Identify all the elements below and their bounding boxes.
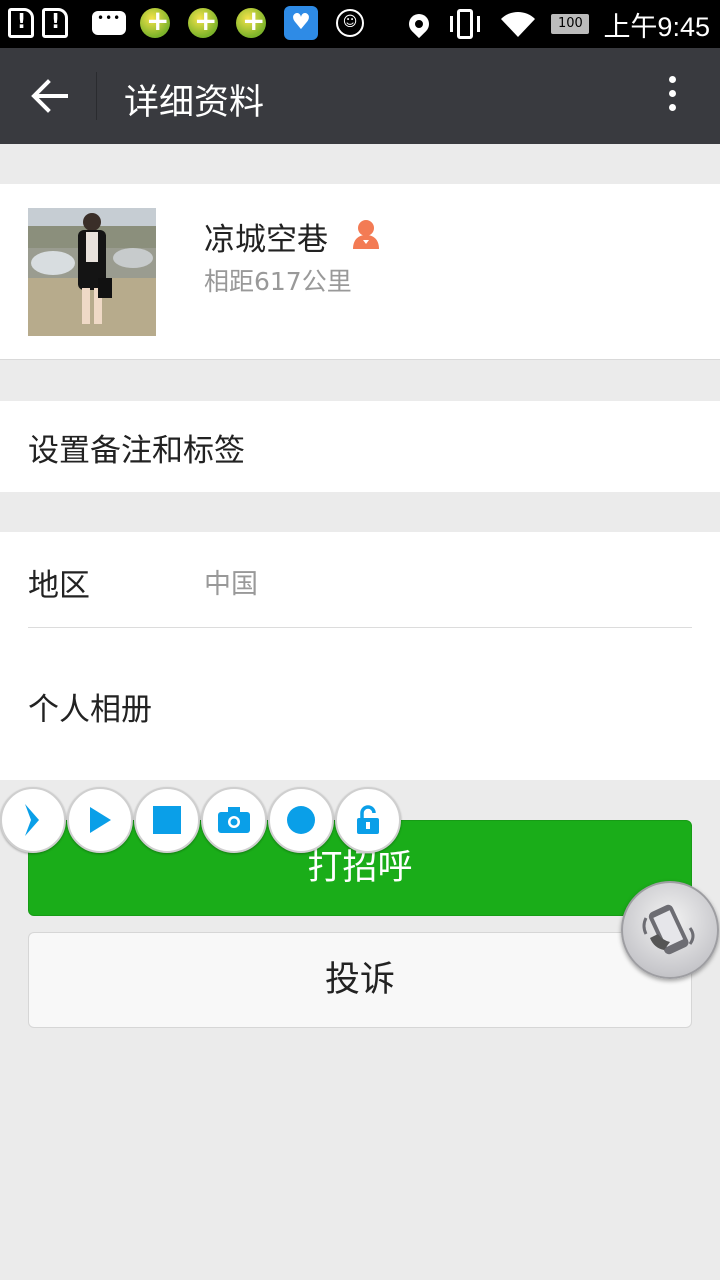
vibrate-icon	[450, 9, 481, 39]
stop-icon[interactable]	[134, 787, 200, 853]
health-heart-icon: ♥	[284, 6, 318, 40]
wifi-icon	[501, 11, 536, 37]
status-bar: ♥ ☺ 100 上午9:45	[0, 0, 720, 48]
set-remark-tags-row[interactable]: 设置备注和标签	[0, 401, 720, 492]
message-icon	[92, 11, 126, 35]
chevron-right-icon[interactable]	[0, 787, 66, 853]
plus-ball-icon	[140, 4, 170, 38]
profile-name: 凉城空巷	[204, 222, 328, 258]
page-title: 详细资料	[124, 83, 265, 123]
location-icon	[405, 9, 434, 39]
status-bar-notifications: ♥ ☺	[8, 4, 364, 40]
plus-ball-icon	[188, 4, 218, 38]
avatar[interactable]	[28, 208, 156, 336]
plus-ball-icon	[236, 4, 266, 38]
info-section: 地区 中国 个人相册	[0, 532, 720, 780]
region-value: 中国	[204, 569, 258, 600]
shake-phone-icon[interactable]	[621, 881, 719, 979]
recorder-toolbar	[0, 787, 402, 853]
more-vertical-icon[interactable]	[662, 76, 682, 116]
personal-album-row[interactable]: 个人相册	[28, 684, 152, 729]
unlock-icon[interactable]	[335, 787, 401, 853]
female-icon	[353, 220, 379, 249]
report-button[interactable]: 投诉	[28, 932, 692, 1028]
divider	[28, 627, 692, 628]
face-icon: ☺	[336, 9, 364, 37]
profile-distance: 相距617公里	[204, 267, 352, 296]
remark-label: 设置备注和标签	[28, 433, 245, 469]
play-icon[interactable]	[67, 787, 133, 853]
record-icon[interactable]	[268, 787, 334, 853]
profile-card[interactable]: 凉城空巷 相距617公里	[0, 184, 720, 360]
status-bar-system: 100 上午9:45	[405, 6, 710, 42]
sim-alert-icon	[8, 8, 34, 38]
status-time: 上午9:45	[603, 11, 710, 42]
camera-icon[interactable]	[201, 787, 267, 853]
sim-alert-icon	[42, 8, 68, 38]
avatar-photo	[28, 208, 156, 336]
battery-icon: 100	[551, 14, 590, 34]
arrow-left-icon[interactable]	[30, 78, 68, 114]
app-bar-divider	[96, 72, 97, 120]
app-bar: 详细资料	[0, 48, 720, 144]
region-label: 地区	[28, 568, 90, 604]
